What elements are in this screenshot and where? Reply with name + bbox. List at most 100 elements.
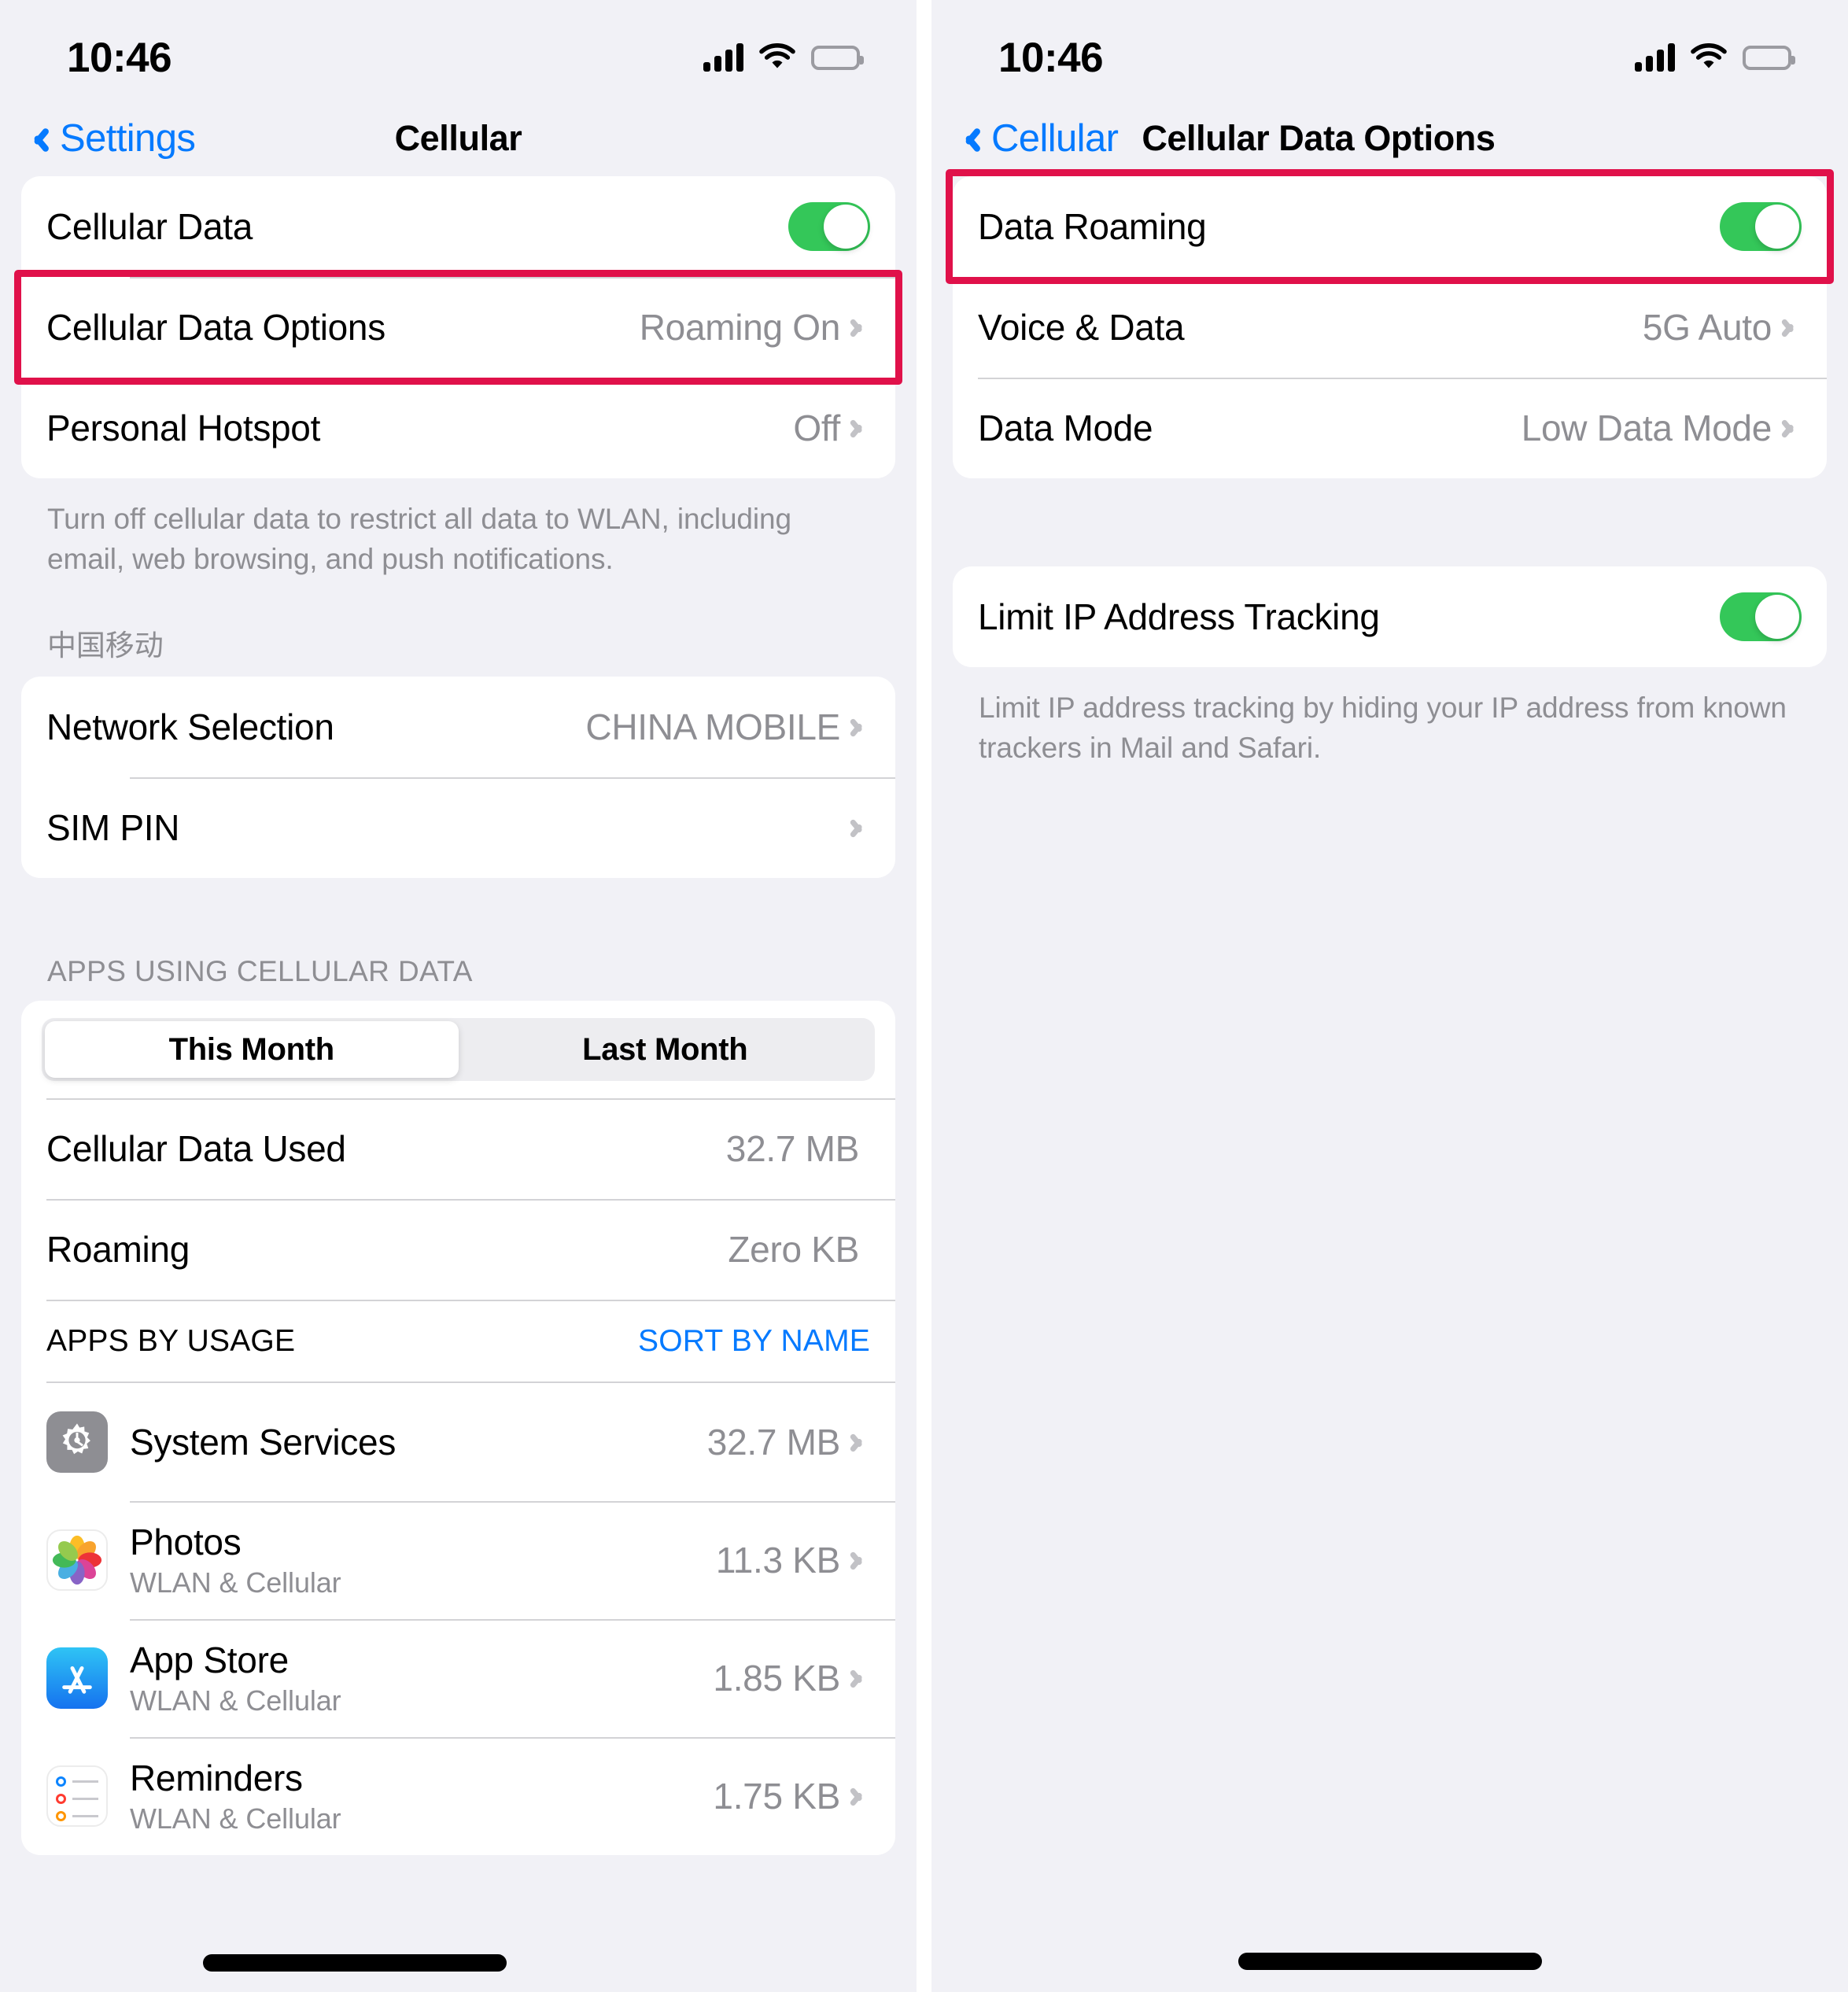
app-usage-value: 1.85 KB	[713, 1658, 840, 1699]
row-value: 32.7 MB	[725, 1128, 860, 1170]
back-button-label: Cellular	[991, 117, 1119, 160]
app-access-sub: WLAN & Cellular	[130, 1802, 341, 1835]
limit-ip-tracking-toggle[interactable]	[1720, 592, 1802, 641]
row-voice-and-data[interactable]: Voice & Data 5G Auto	[953, 277, 1827, 378]
app-usage-value: 11.3 KB	[715, 1540, 840, 1581]
data-roaming-toggle[interactable]	[1720, 202, 1802, 251]
right-phone-screen: 10:46 Cellular Cellular Data Options Dat…	[931, 0, 1848, 1992]
chevron-left-icon	[31, 123, 49, 154]
settings-scroll-area[interactable]: Cellular Data Cellular Data Options Roam…	[0, 176, 917, 1856]
wifi-icon	[1691, 42, 1727, 72]
chevron-right-icon	[1783, 415, 1797, 441]
period-segmented-control[interactable]: This Month Last Month	[21, 1001, 895, 1098]
cellular-data-options-group: Data Roaming Voice & Data 5G Auto Data M…	[953, 176, 1827, 478]
row-label: Personal Hotspot	[46, 408, 321, 448]
chevron-right-icon	[851, 1666, 865, 1691]
row-value: Roaming On	[639, 307, 841, 348]
row-label: Voice & Data	[978, 307, 1185, 348]
row-roaming-usage: Roaming Zero KB	[21, 1199, 895, 1300]
row-label: Roaming	[46, 1229, 190, 1271]
battery-icon	[811, 45, 864, 70]
left-phone-screen: 10:46 Settings Cellular Cellular Data Ce…	[0, 0, 917, 1992]
row-cellular-data-options[interactable]: Cellular Data Options Roaming On	[21, 277, 895, 378]
gear-icon	[46, 1411, 108, 1474]
apps-usage-group: This Month Last Month Cellular Data Used…	[21, 1001, 895, 1856]
app-row-system-services[interactable]: System Services 32.7 MB	[21, 1383, 895, 1501]
carrier-group-header: 中国移动	[47, 629, 164, 662]
app-access-sub: WLAN & Cellular	[130, 1566, 341, 1599]
tab-this-month[interactable]: This Month	[45, 1021, 459, 1079]
reminders-app-icon	[46, 1765, 108, 1828]
row-cellular-data[interactable]: Cellular Data	[21, 176, 895, 277]
app-texts: System Services	[130, 1421, 707, 1463]
screen-divider	[917, 0, 931, 1992]
apps-by-usage-label: APPS BY USAGE	[46, 1324, 296, 1359]
back-button-cellular[interactable]: Cellular	[963, 116, 1119, 160]
app-name: Reminders	[130, 1758, 303, 1799]
app-store-icon	[46, 1647, 108, 1710]
row-label: Data Roaming	[978, 206, 1207, 247]
chevron-right-icon	[1783, 315, 1797, 340]
row-value: CHINA MOBILE	[585, 706, 840, 748]
row-network-selection[interactable]: Network Selection CHINA MOBILE	[21, 677, 895, 777]
app-row-reminders[interactable]: Reminders WLAN & Cellular 1.75 KB	[21, 1737, 895, 1855]
app-row-app-store[interactable]: App Store WLAN & Cellular 1.85 KB	[21, 1619, 895, 1737]
app-row-photos[interactable]: Photos WLAN & Cellular 11.3 KB	[21, 1501, 895, 1619]
row-limit-ip-address-tracking[interactable]: Limit IP Address Tracking	[953, 566, 1827, 667]
status-bar: 10:46	[931, 0, 1848, 101]
apps-using-cellular-data-header: APPS USING CELLULAR DATA	[47, 955, 473, 988]
row-value: Off	[793, 408, 840, 448]
row-value: Low Data Mode	[1521, 408, 1772, 448]
dual-screenshot-container: 10:46 Settings Cellular Cellular Data Ce…	[0, 0, 1848, 1992]
tab-last-month[interactable]: Last Month	[459, 1021, 872, 1078]
cellular-data-footnote: Turn off cellular data to restrict all d…	[47, 503, 791, 576]
row-personal-hotspot[interactable]: Personal Hotspot Off	[21, 378, 895, 478]
status-icons	[703, 29, 864, 72]
carrier-group: Network Selection CHINA MOBILE SIM PIN	[21, 677, 895, 879]
app-usage-value: 1.75 KB	[713, 1776, 840, 1817]
cellular-data-toggle[interactable]	[788, 202, 870, 251]
app-texts: App Store WLAN & Cellular	[130, 1639, 713, 1717]
status-time: 10:46	[67, 34, 172, 81]
chevron-left-icon	[963, 123, 980, 154]
status-bar: 10:46	[0, 0, 917, 101]
row-label: Limit IP Address Tracking	[978, 596, 1380, 637]
row-label: SIM PIN	[46, 807, 180, 849]
app-name: App Store	[130, 1640, 289, 1681]
row-sim-pin[interactable]: SIM PIN	[21, 777, 895, 878]
app-access-sub: WLAN & Cellular	[130, 1684, 341, 1717]
apps-by-usage-header-row: APPS BY USAGE SORT BY NAME	[21, 1300, 895, 1384]
app-name: System Services	[130, 1422, 397, 1463]
cellular-signal-icon	[1635, 43, 1675, 72]
chevron-right-icon	[851, 714, 865, 740]
row-cellular-data-used: Cellular Data Used 32.7 MB	[21, 1098, 895, 1199]
row-label: Data Mode	[978, 408, 1153, 448]
wifi-icon	[759, 42, 795, 72]
app-texts: Photos WLAN & Cellular	[130, 1521, 716, 1599]
app-texts: Reminders WLAN & Cellular	[130, 1757, 713, 1835]
app-usage-value: 32.7 MB	[706, 1422, 841, 1463]
home-indicator	[203, 1954, 507, 1972]
row-data-mode[interactable]: Data Mode Low Data Mode	[953, 378, 1827, 478]
chevron-right-icon	[851, 315, 865, 340]
status-icons	[1635, 29, 1795, 72]
back-button-label: Settings	[60, 117, 196, 160]
back-button-settings[interactable]: Settings	[31, 116, 196, 160]
page-title: Cellular Data Options	[1142, 118, 1496, 158]
privacy-footnote: Limit IP address tracking by hiding your…	[979, 692, 1787, 765]
settings-scroll-area[interactable]: Data Roaming Voice & Data 5G Auto Data M…	[931, 176, 1848, 768]
chevron-right-icon	[851, 1547, 865, 1573]
row-data-roaming[interactable]: Data Roaming	[953, 176, 1827, 277]
row-label: Cellular Data Options	[46, 307, 385, 348]
privacy-group: Limit IP Address Tracking	[953, 566, 1827, 667]
row-label: Cellular Data	[46, 206, 253, 247]
row-label: Network Selection	[46, 706, 334, 748]
row-label: Cellular Data Used	[46, 1128, 346, 1170]
cellular-main-group: Cellular Data Cellular Data Options Roam…	[21, 176, 895, 478]
status-time: 10:46	[998, 34, 1104, 81]
sort-by-name-button[interactable]: SORT BY NAME	[638, 1324, 870, 1359]
row-value: Zero KB	[728, 1229, 859, 1271]
battery-icon	[1743, 45, 1795, 70]
photos-app-icon	[46, 1529, 108, 1592]
row-value: 5G Auto	[1642, 307, 1772, 348]
